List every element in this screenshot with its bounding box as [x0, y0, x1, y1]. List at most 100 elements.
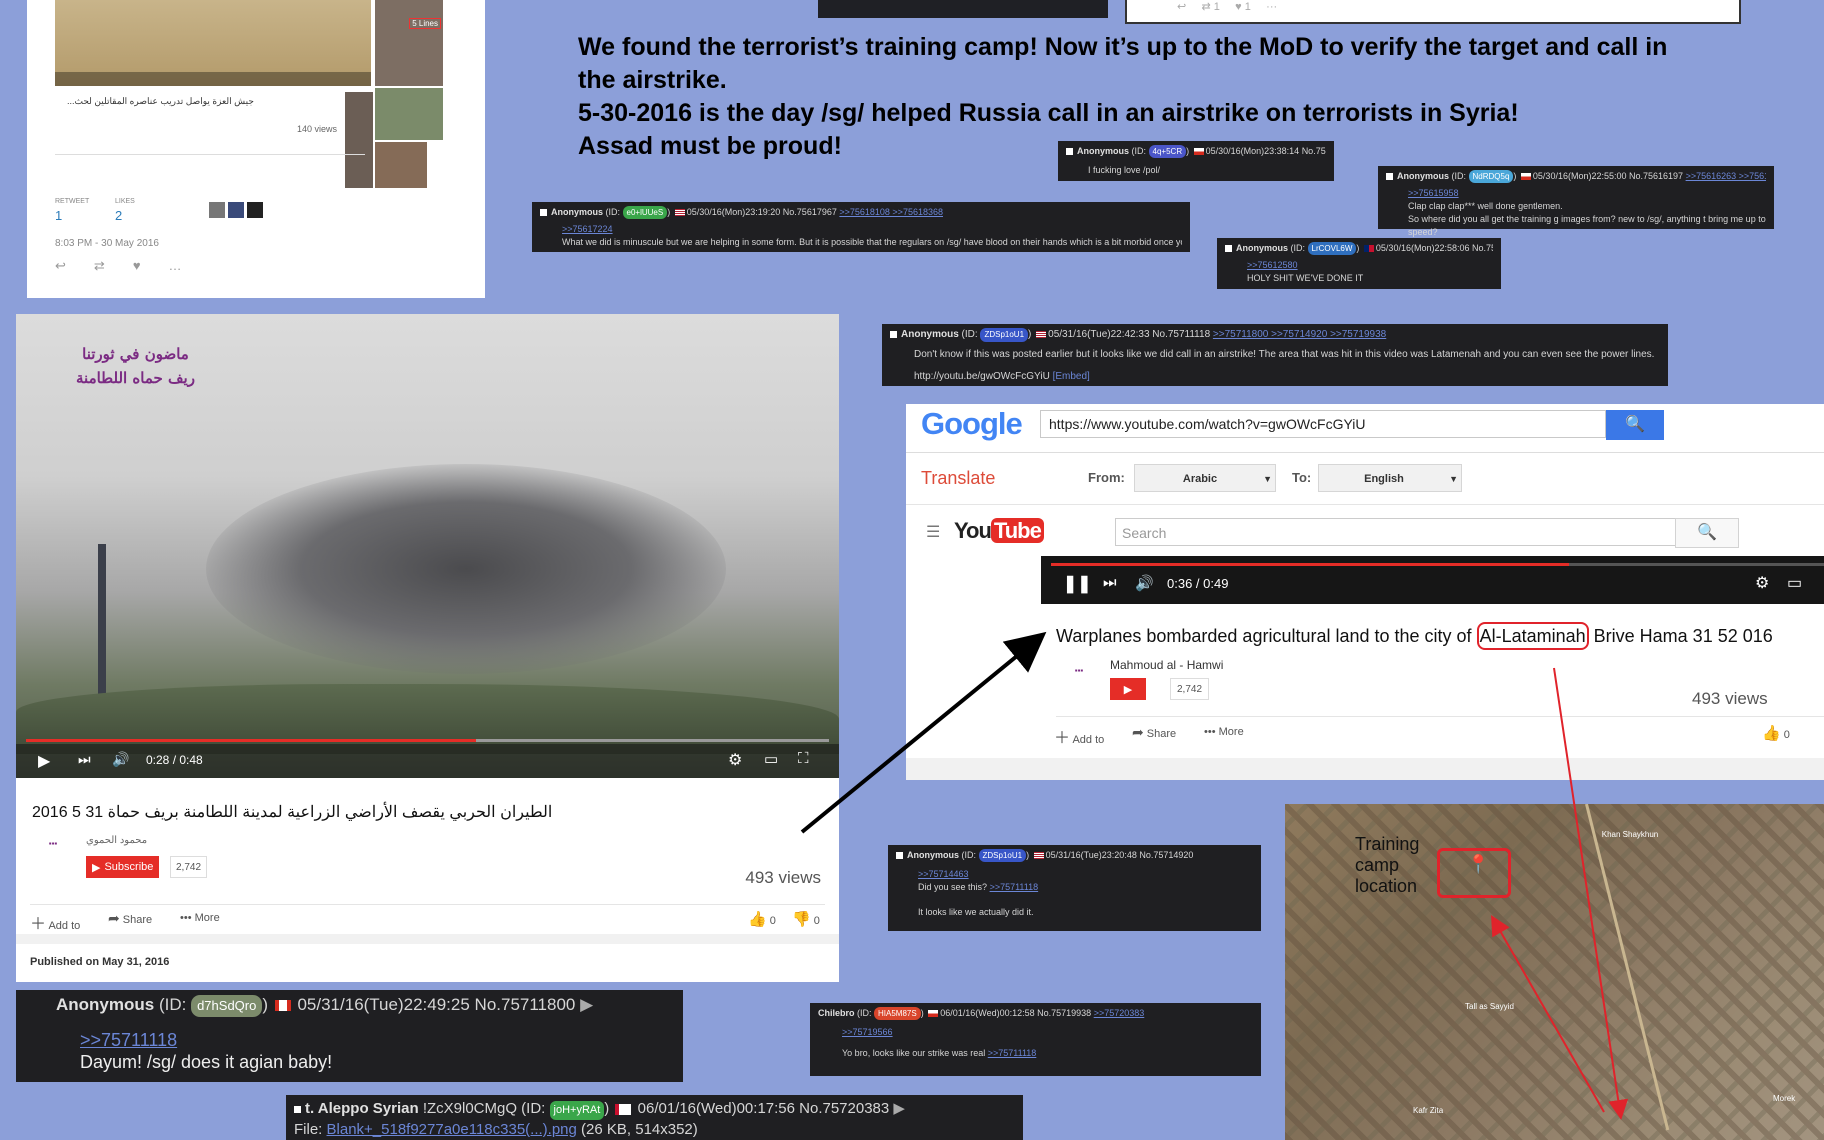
theater-icon[interactable]: ▭: [1787, 573, 1802, 593]
from-select[interactable]: Arabic ▼: [1134, 464, 1276, 492]
post-checkbox[interactable]: [1066, 148, 1073, 156]
like-count: 0: [769, 915, 776, 927]
poster-name: Anonymous: [907, 850, 960, 860]
post-reply-link[interactable]: >>75612580: [1247, 259, 1493, 272]
hamburger-icon[interactable]: ☰: [926, 522, 940, 542]
poster-id[interactable]: joH+yRAt: [549, 1101, 605, 1120]
tweet-video-thumb[interactable]: [55, 0, 371, 86]
poster-id[interactable]: HIA5M87S: [874, 1007, 921, 1020]
likes-count[interactable]: 2: [115, 208, 122, 223]
post-backlinks[interactable]: >>75618108 >>75618368: [839, 207, 943, 217]
post-number[interactable]: No.75617967: [783, 207, 837, 217]
search-button[interactable]: 🔍: [1606, 410, 1664, 440]
poster-id[interactable]: d7hSdQro: [191, 995, 263, 1017]
add-to-button[interactable]: ＋ Add to: [30, 910, 80, 934]
youtube-logo[interactable]: You Tube: [954, 518, 1044, 544]
post-backlinks[interactable]: >>75720383: [1094, 1008, 1145, 1018]
post-quote-link[interactable]: >>75711118: [990, 882, 1039, 892]
share-button[interactable]: ➦ Share: [1132, 724, 1176, 741]
post-reply-link[interactable]: >>75711118: [80, 1029, 643, 1051]
map-pin-icon[interactable]: 📍: [1467, 854, 1489, 875]
channel-logo[interactable]: ▪▪▪: [30, 839, 76, 869]
next-icon[interactable]: ⏭: [78, 751, 91, 768]
post-backlinks[interactable]: >>75616263 >>75616286 >>75616287: [1686, 171, 1766, 181]
thumb-3[interactable]: [345, 92, 373, 188]
avatar[interactable]: [247, 202, 263, 218]
post-number[interactable]: No.75619288: [1302, 146, 1326, 156]
channel-logo[interactable]: ▪▪▪: [1056, 666, 1102, 696]
volume-icon[interactable]: 🔊: [1135, 574, 1154, 592]
post-number[interactable]: No.75616441: [1472, 243, 1493, 253]
play-icon[interactable]: ▶: [38, 751, 50, 771]
avatar[interactable]: [209, 202, 225, 218]
thumb-4[interactable]: [375, 142, 427, 188]
retweet-count[interactable]: 1: [55, 208, 62, 223]
like-button[interactable]: 👍 0: [748, 910, 776, 928]
post-checkbox[interactable]: [1225, 245, 1232, 253]
reply-icon[interactable]: ↩: [55, 258, 94, 273]
theater-icon[interactable]: ▭: [764, 750, 778, 768]
poster-id[interactable]: 4q+5CR: [1148, 145, 1187, 158]
poster-id[interactable]: LrCOVL6W: [1307, 242, 1357, 255]
post-menu-icon[interactable]: ▶: [580, 995, 593, 1014]
thumb-2[interactable]: [375, 88, 443, 140]
more-icon[interactable]: …: [169, 258, 210, 273]
pause-icon[interactable]: ❚❚: [1063, 574, 1092, 594]
post-reply-link[interactable]: >>75617224: [562, 223, 1182, 236]
like-button[interactable]: 👍 0: [1762, 724, 1790, 742]
post-backlinks[interactable]: >>75711800 >>75714920 >>75719938: [1213, 329, 1386, 340]
post-checkbox[interactable]: [896, 852, 903, 860]
right-video-player[interactable]: ❚❚ ⏭ 🔊 0:36 / 0:49 ⚙ ▭: [1041, 556, 1824, 604]
post-checkbox[interactable]: [540, 209, 547, 217]
channel-name[interactable]: Mahmoud al - Hamwi: [1110, 658, 1223, 672]
more-button[interactable]: ••• More: [1204, 726, 1244, 738]
settings-icon[interactable]: ⚙: [1755, 573, 1769, 593]
subscribe-button[interactable]: ▶: [1110, 678, 1146, 700]
like-icon[interactable]: ♥: [133, 258, 169, 273]
post-number[interactable]: No.75720383: [799, 1100, 889, 1117]
progress-bar[interactable]: [26, 739, 829, 742]
poster-id[interactable]: ZDSp1oU1: [978, 849, 1027, 862]
fullscreen-icon[interactable]: ⛶: [798, 750, 809, 767]
post-number[interactable]: No.75719938: [1037, 1008, 1091, 1018]
post-number[interactable]: No.75714920: [1139, 850, 1193, 860]
post-checkbox[interactable]: [1386, 173, 1393, 181]
post-number[interactable]: No.75711118: [1152, 329, 1210, 340]
post-checkbox[interactable]: [294, 1105, 301, 1113]
post-link[interactable]: http://youtu.be/gwOWcFcGYiU: [914, 371, 1050, 382]
youtube-search-input[interactable]: Search: [1115, 518, 1677, 546]
dislike-button[interactable]: 👎 0: [792, 910, 820, 928]
like-count: 0: [1783, 729, 1790, 741]
post-reply-link[interactable]: >>75714463: [918, 868, 1253, 881]
more-button[interactable]: ••• More: [180, 912, 220, 924]
channel-name[interactable]: محمود الحموي: [86, 835, 147, 846]
settings-icon[interactable]: ⚙: [728, 750, 742, 770]
post-number[interactable]: No.75616197: [1629, 171, 1683, 181]
url-input[interactable]: https://www.youtube.com/watch?v=gwOWcFcG…: [1040, 410, 1606, 438]
post-reply-link[interactable]: >>75719566: [842, 1026, 1253, 1039]
google-logo[interactable]: Google: [921, 406, 1023, 442]
embed-link[interactable]: [Embed]: [1053, 371, 1090, 382]
to-select[interactable]: English ▼: [1318, 464, 1462, 492]
retweet-icon[interactable]: ⇄: [94, 258, 133, 273]
left-video-frame[interactable]: ماضون في ثورتنا ريف حماه اللطامنة ▶ ⏭ 🔊 …: [16, 314, 839, 778]
next-icon[interactable]: ⏭: [1103, 574, 1117, 591]
post-quote-link[interactable]: >>75711118: [988, 1048, 1037, 1058]
post-number[interactable]: No.75711800: [475, 995, 576, 1014]
thumb-1[interactable]: 5 Lines: [375, 0, 443, 86]
poster-id[interactable]: ZDSp1oU1: [980, 328, 1029, 342]
post-reply-link[interactable]: >>75615958: [1408, 187, 1766, 200]
share-button[interactable]: ➦ Share: [108, 910, 152, 927]
poster-id[interactable]: e0+lUUeS: [622, 206, 668, 219]
right-progress-bar[interactable]: [1051, 563, 1824, 566]
avatar[interactable]: [228, 202, 244, 218]
post-menu-icon[interactable]: ▶: [893, 1100, 905, 1117]
poster-id[interactable]: NdRDQ5q: [1468, 170, 1514, 183]
youtube-search-button[interactable]: 🔍: [1675, 518, 1739, 548]
volume-icon[interactable]: 🔊: [112, 751, 129, 768]
subscribe-button[interactable]: ▶ Subscribe: [86, 856, 160, 878]
post-checkbox[interactable]: [890, 330, 897, 338]
add-to-button[interactable]: ＋ Add to: [1054, 724, 1104, 748]
file-link[interactable]: Blank+_518f9277a0e118c335(...).png: [327, 1121, 577, 1138]
subscriber-count: 2,742: [1170, 678, 1210, 700]
